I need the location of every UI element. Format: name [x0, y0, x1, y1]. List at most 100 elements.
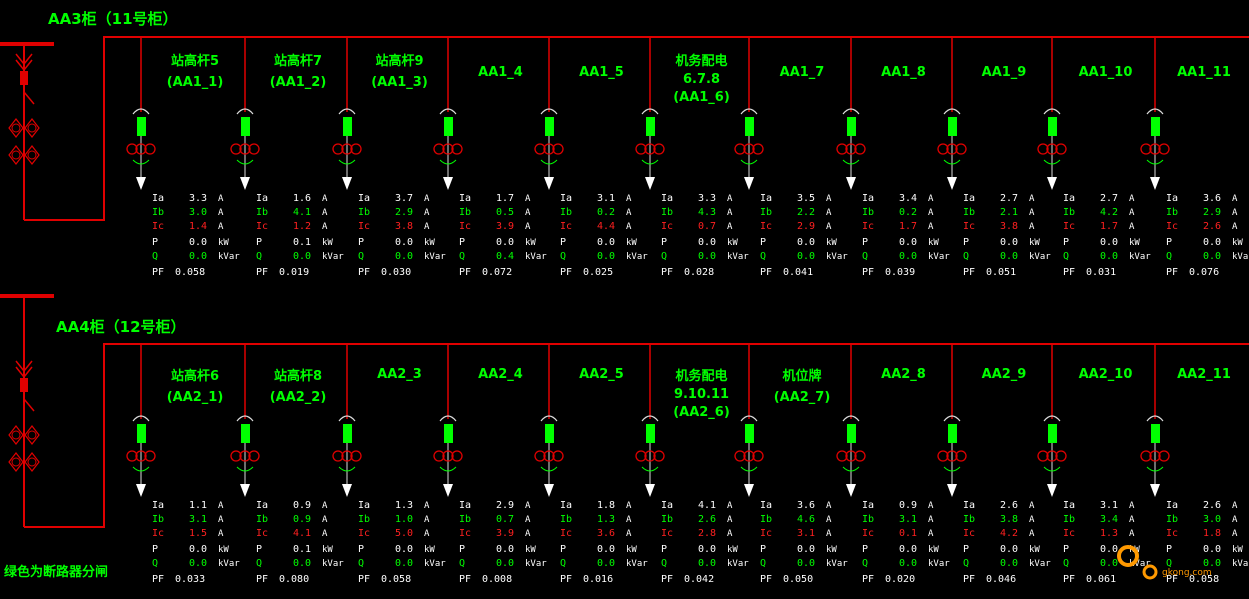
breaker-open-icon[interactable]: [545, 117, 554, 136]
breaker-open-icon[interactable]: [545, 424, 554, 443]
measure-value-ia: 2.6: [1203, 500, 1221, 511]
measure-value-q: 0.0: [1000, 558, 1018, 569]
feeder[interactable]: AA2_4 Ia 2.9 A Ib 0.7 A Ic 3.9 A P 0.0 kW Q 0.0 kVar PF 0…: [433, 344, 547, 585]
measure-value-q: 0.0: [1203, 251, 1221, 262]
measure-unit: A: [218, 529, 224, 539]
breaker-open-icon[interactable]: [444, 424, 453, 443]
feeder[interactable]: AA1_4 Ia 1.7 A Ib 0.5 A Ic 3.9 A P 0.0 kW Q 0.4 kVar PF 0…: [433, 37, 547, 278]
measure-label: Ic: [963, 221, 975, 232]
breaker-open-icon[interactable]: [343, 424, 352, 443]
measure-label: Ia: [256, 500, 268, 511]
measure-value-ib: 0.9: [293, 514, 311, 525]
breaker-open-icon[interactable]: [444, 117, 453, 136]
feeder[interactable]: AA1_11 Ia 3.6 A Ib 2.9 A Ic 2.6 A P 0.0 kW Q 0.0 kVar PF…: [1140, 37, 1249, 278]
measure-unit: kW: [826, 545, 837, 555]
measure-label: Ib: [1166, 207, 1178, 218]
measure-unit: A: [525, 515, 531, 525]
breaker-open-icon[interactable]: [847, 117, 856, 136]
measure-label: Ia: [862, 500, 874, 511]
breaker-open-icon[interactable]: [1151, 424, 1160, 443]
measure-unit: A: [525, 501, 531, 511]
breaker-open-icon[interactable]: [646, 424, 655, 443]
measure-label: Ib: [358, 207, 370, 218]
measure-unit: A: [525, 194, 531, 204]
feeder[interactable]: 站高杆9 (AA1_3) Ia 3.7 A Ib 2.9 A Ic 3.8 A P 0.0 kW Q 0.0 k…: [332, 37, 446, 278]
breaker-open-icon[interactable]: [241, 117, 250, 136]
feeder-name-label: AA2_5: [579, 367, 624, 382]
measure-unit: kW: [1232, 238, 1243, 248]
feeder[interactable]: 机位牌 (AA2_7) Ia 3.6 A Ib 4.6 A Ic 3.1 A P 0.0 kW Q 0.0 kV…: [734, 344, 848, 585]
feeder-name-label: 站高杆8: [274, 368, 322, 384]
breaker-open-icon[interactable]: [948, 424, 957, 443]
measure-value-ic: 4.2: [1000, 528, 1018, 539]
measure-value-p: 0.0: [1100, 237, 1118, 248]
feeder[interactable]: 站高杆5 (AA1_1) Ia 3.3 A Ib 3.0 A Ic 1.4 A P 0.0 kW Q 0.0 k…: [126, 37, 240, 278]
feeder[interactable]: AA1_8 Ia 3.4 A Ib 0.2 A Ic 1.7 A P 0.0 kW Q 0.0 kVar PF 0…: [836, 37, 950, 278]
measure-unit: kVar: [424, 252, 446, 262]
feeder[interactable]: AA2_5 Ia 1.8 A Ib 1.3 A Ic 3.6 A P 0.0 kW Q 0.0 kVar PF 0…: [534, 344, 648, 585]
measure-value-p: 0.0: [899, 544, 917, 555]
measure-unit: A: [826, 501, 832, 511]
breaker-open-icon[interactable]: [1151, 117, 1160, 136]
feeder[interactable]: AA1_5 Ia 3.1 A Ib 0.2 A Ic 4.4 A P 0.0 kW Q 0.0 kVar PF 0…: [534, 37, 648, 278]
measure-unit: kVar: [218, 252, 240, 262]
breaker-open-icon[interactable]: [948, 117, 957, 136]
measure-value-ia: 3.1: [597, 193, 615, 204]
transformer-icon: [8, 425, 24, 445]
breaker-open-icon[interactable]: [847, 424, 856, 443]
pf-label: PF: [760, 574, 772, 585]
feeder[interactable]: 站高杆8 (AA2_2) Ia 0.9 A Ib 0.9 A Ic 4.1 A P 0.1 kW Q 0.0 k…: [230, 344, 344, 585]
measure-label: Ib: [963, 207, 975, 218]
feeder-name-label: AA1_9: [982, 65, 1027, 80]
breaker-open-icon[interactable]: [1048, 117, 1057, 136]
feeder-name-label: AA1_8: [881, 65, 926, 80]
breaker-open-icon[interactable]: [745, 117, 754, 136]
measure-value-ic: 3.1: [797, 528, 815, 539]
measure-unit: kVar: [322, 559, 344, 569]
measure-unit: A: [727, 529, 733, 539]
feeder[interactable]: AA2_9 Ia 2.6 A Ib 3.8 A Ic 4.2 A P 0.0 kW Q 0.0 kVar PF 0…: [937, 344, 1051, 585]
measure-unit: kW: [525, 238, 536, 248]
breaker-open-icon[interactable]: [137, 424, 146, 443]
breaker-open-icon[interactable]: [343, 117, 352, 136]
measure-unit: A: [626, 208, 632, 218]
feeder[interactable]: 机务配电 6.7.8 (AA1_6) Ia 3.3 A Ib 4.3 A Ic 0.7 A P 0.0 kW…: [635, 37, 749, 278]
measure-unit: A: [322, 222, 328, 232]
feeder[interactable]: AA2_3 Ia 1.3 A Ib 1.0 A Ic 5.0 A P 0.0 kW Q 0.0 kVar PF 0…: [332, 344, 446, 585]
measure-value-ib: 4.6: [797, 514, 815, 525]
feeder[interactable]: AA2_11Ia2.6AIb3.0AIc1.8AP0.0kWQ0.0kVarPF…: [1140, 344, 1249, 585]
measure-value-ic: 1.8: [1203, 528, 1221, 539]
breaker-open-icon[interactable]: [1048, 424, 1057, 443]
measure-label: P: [152, 544, 158, 555]
feeder[interactable]: AA2_8 Ia 0.9 A Ib 3.1 A Ic 0.1 A P 0.0 kW Q 0.0 kVar PF 0…: [836, 344, 950, 585]
breaker-open-icon[interactable]: [745, 424, 754, 443]
feeder[interactable]: 站高杆7 (AA1_2) Ia 1.6 A Ib 4.1 A Ic 1.2 A P 0.1 kW Q 0.0 k…: [230, 37, 344, 278]
load-arrow-icon: [240, 177, 250, 190]
measure-value-p: 0.0: [698, 237, 716, 248]
feeder[interactable]: 站高杆6 (AA2_1) Ia 1.1 A Ib 3.1 A Ic 1.5 A P 0.0 kW Q 0.0 k…: [126, 344, 240, 585]
breaker-open-icon[interactable]: [646, 117, 655, 136]
measure-unit: A: [424, 194, 430, 204]
measure-value-p: 0.0: [597, 237, 615, 248]
measure-label: Ib: [256, 207, 268, 218]
feeder[interactable]: AA1_10 Ia 2.7 A Ib 4.2 A Ic 1.7 A P 0.0 kW Q 0.0 kVar PF…: [1037, 37, 1151, 278]
cabinet-section: AA3柜（11号柜） 站高杆5 (AA1_1) Ia 3.3 A Ib 3.0 A Ic 1.4 A P…: [0, 10, 1249, 278]
load-arrow-icon: [846, 177, 856, 190]
feeder[interactable]: 机务配电 9.10.11 (AA2_6) Ia 4.1 A Ib 2.6 A Ic 2.8 A P 0.0…: [635, 344, 749, 585]
feeder[interactable]: AA1_9 Ia 2.7 A Ib 2.1 A Ic 3.8 A P 0.0 kW Q 0.0 kVar PF 0…: [937, 37, 1051, 278]
measure-label: Ic: [459, 528, 471, 539]
transformer-icon: [8, 145, 24, 165]
measure-value-ic: 4.1: [293, 528, 311, 539]
feeder[interactable]: AA1_7 Ia 3.5 A Ib 2.2 A Ic 2.9 A P 0.0 kW Q 0.0 kVar PF 0…: [734, 37, 848, 278]
feeder-name-label: (AA1_1): [167, 75, 224, 90]
breaker-open-icon[interactable]: [241, 424, 250, 443]
measure-unit: A: [1029, 222, 1035, 232]
breaker-open-icon[interactable]: [137, 117, 146, 136]
measure-value-q: 0.0: [698, 251, 716, 262]
measure-value-q: 0.0: [597, 558, 615, 569]
measure-unit: A: [928, 194, 934, 204]
measure-unit: A: [218, 194, 224, 204]
feeder-name-label: AA2_8: [881, 367, 926, 382]
load-arrow-icon: [846, 484, 856, 497]
measure-unit: A: [424, 501, 430, 511]
